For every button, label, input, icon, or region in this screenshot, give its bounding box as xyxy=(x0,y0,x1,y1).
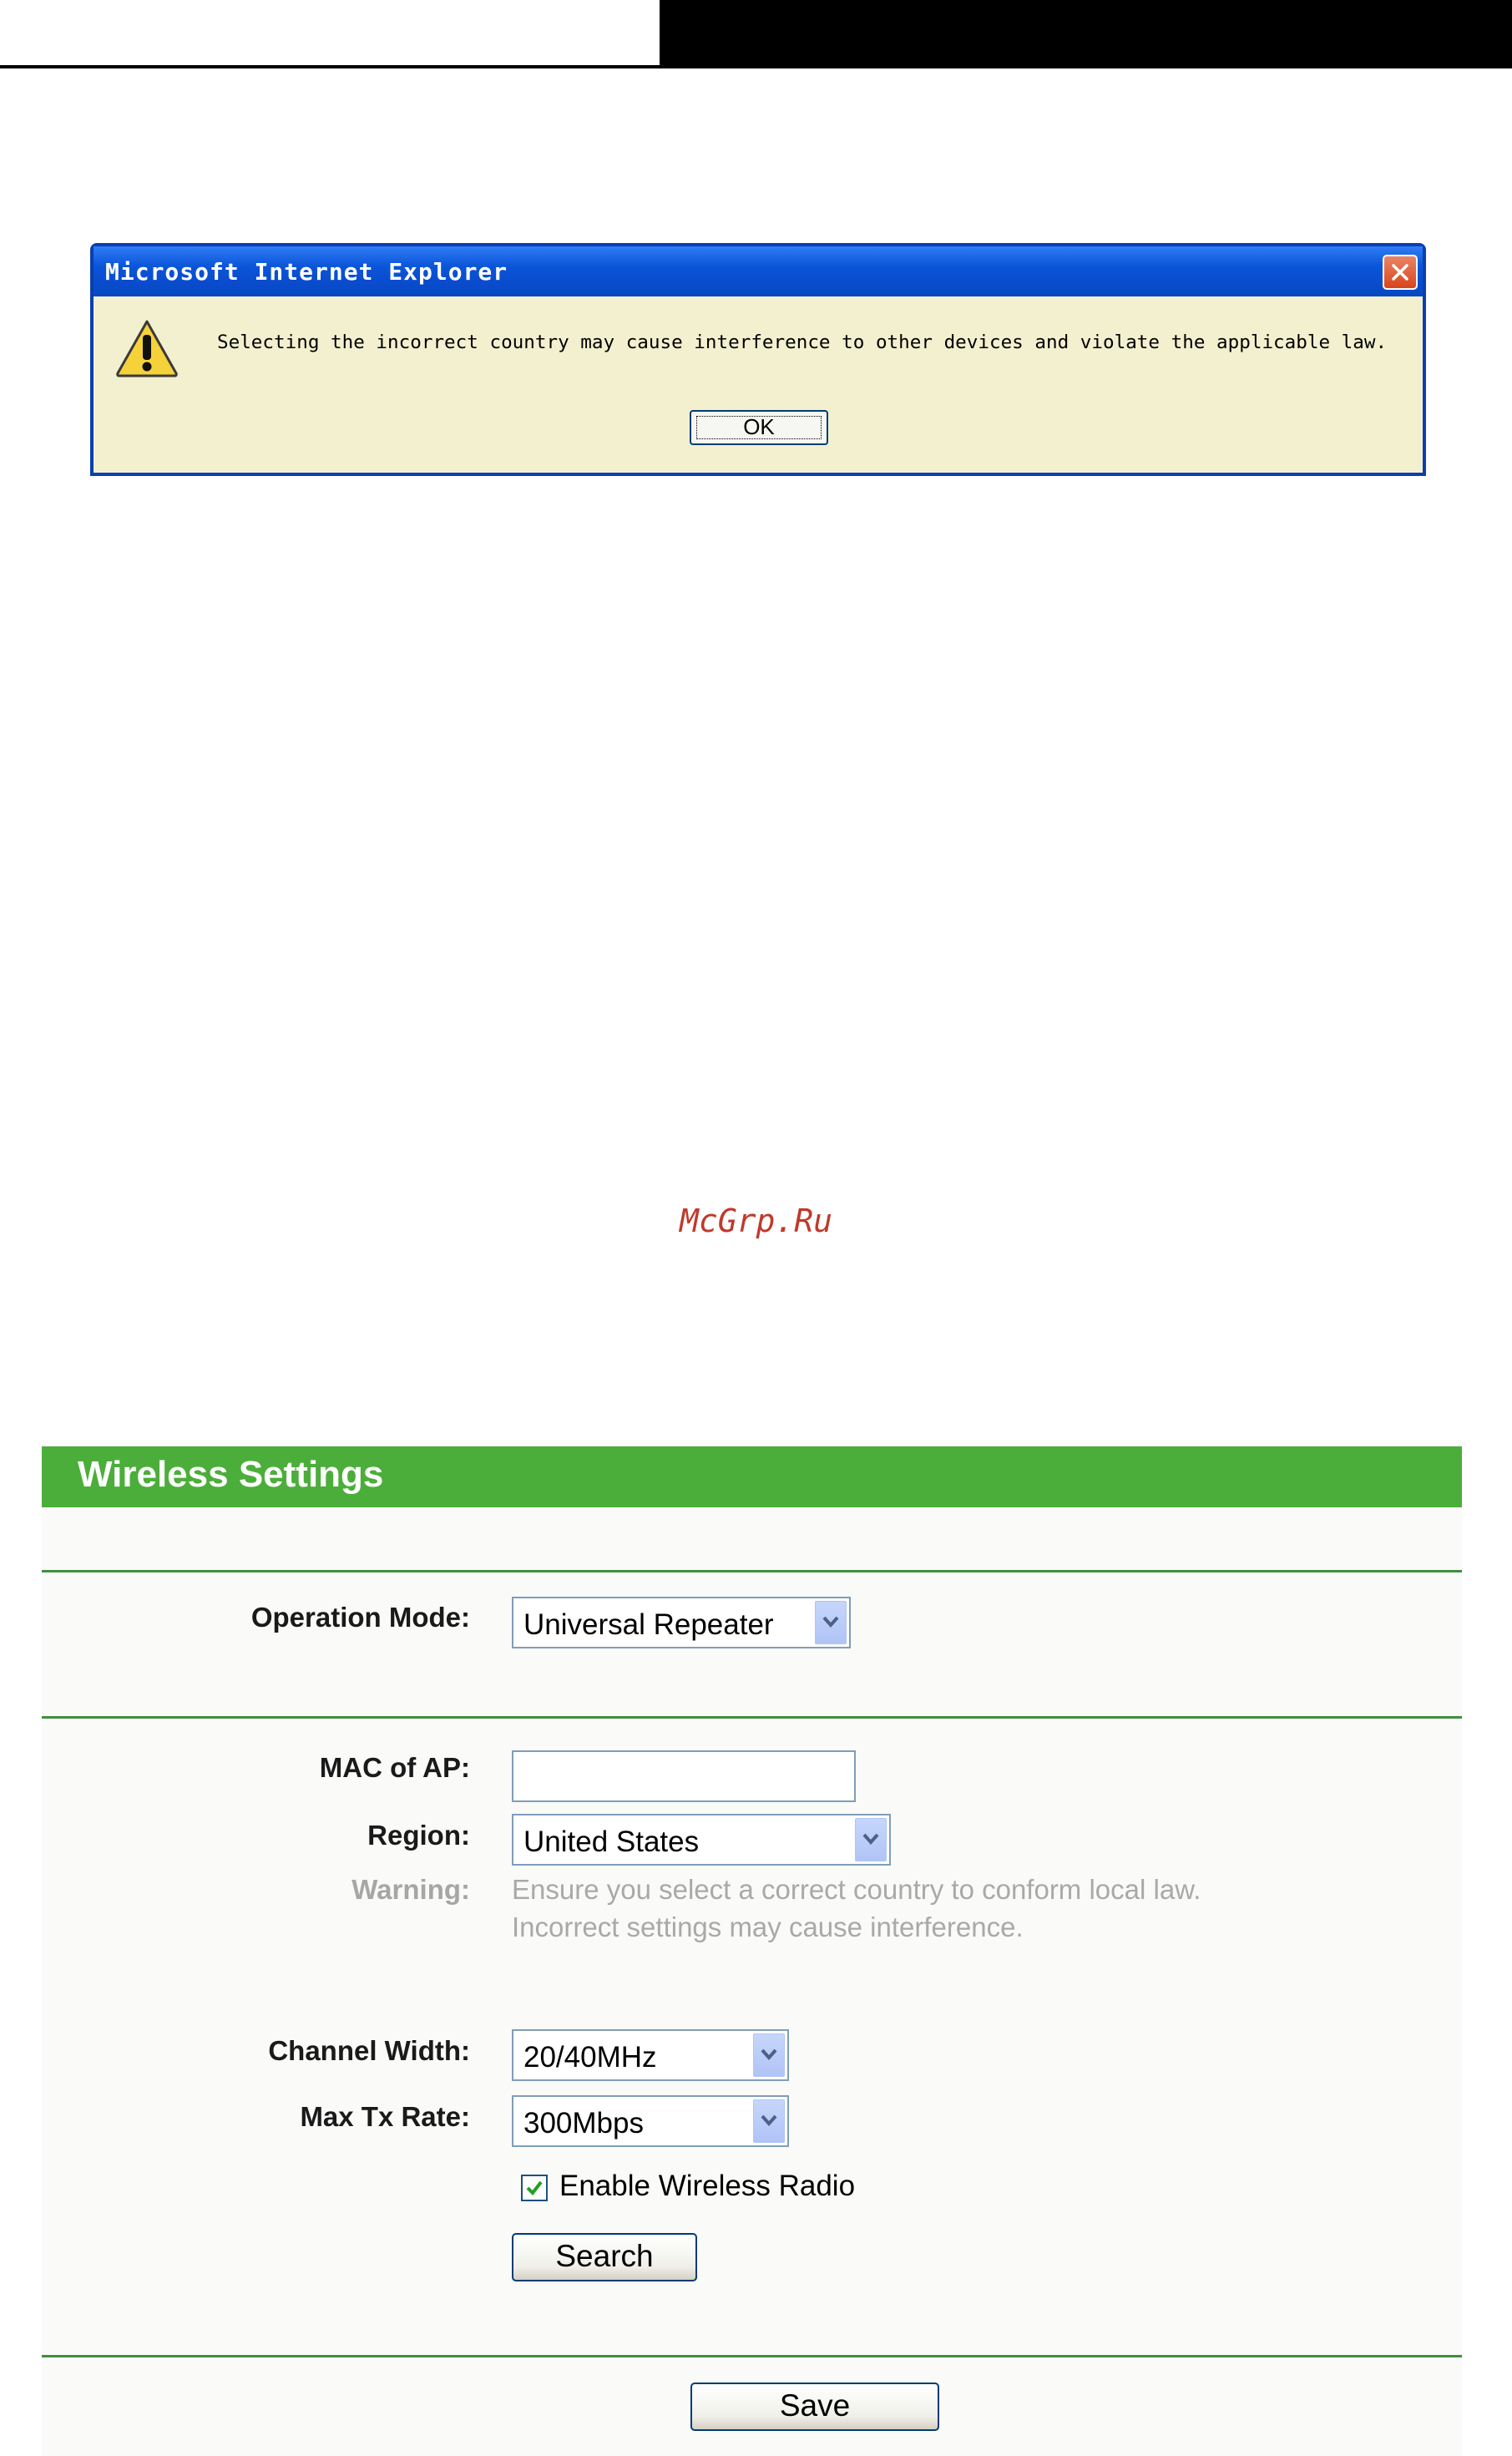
max-tx-rate-label: Max Tx Rate: xyxy=(300,2101,470,2132)
panel-background xyxy=(42,1507,1462,2456)
header-block xyxy=(660,0,1512,68)
operation-mode-value: Universal Repeater xyxy=(523,1608,774,1641)
max-tx-rate-select[interactable]: 300Mbps xyxy=(512,2095,789,2147)
dialog-message: Selecting the incorrect country may caus… xyxy=(217,332,1388,353)
watermark: McGrp.Ru xyxy=(679,1203,833,1239)
wireless-settings-panel: Wireless Settings Operation Mode: Univer… xyxy=(42,1446,1462,2456)
separator xyxy=(42,1570,1462,1572)
ok-button[interactable]: OK xyxy=(690,410,828,445)
separator xyxy=(42,2355,1462,2357)
enable-wireless-radio-label[interactable]: Enable Wireless Radio xyxy=(559,2170,855,2203)
mac-of-ap-label: MAC of AP: xyxy=(319,1752,470,1783)
focus-ring xyxy=(696,416,822,439)
separator xyxy=(42,1716,1462,1719)
alert-dialog: Microsoft Internet Explorer Selecting th… xyxy=(90,243,1426,476)
region-value: United States xyxy=(523,1826,700,1858)
warning-label: Warning: xyxy=(351,1874,470,1905)
enable-wireless-radio-checkbox[interactable] xyxy=(521,2175,548,2201)
warning-text-line2: Incorrect settings may cause interferenc… xyxy=(512,1912,1024,1942)
search-button[interactable]: Search xyxy=(512,2233,697,2281)
mac-of-ap-input[interactable] xyxy=(512,1750,856,1802)
chevron-down-icon xyxy=(761,2114,777,2127)
channel-width-label: Channel Width: xyxy=(268,2035,470,2066)
chevron-down-icon xyxy=(822,1616,839,1628)
close-icon xyxy=(1392,264,1408,281)
operation-mode-dropdown-button[interactable] xyxy=(815,1601,847,1644)
region-dropdown-button[interactable] xyxy=(855,1818,887,1861)
dialog-titlebar[interactable]: Microsoft Internet Explorer xyxy=(94,246,1423,296)
max-tx-rate-value: 300Mbps xyxy=(523,2107,644,2140)
save-button[interactable]: Save xyxy=(690,2383,939,2431)
region-select[interactable]: United States xyxy=(512,1814,891,1866)
checkmark-icon xyxy=(526,2180,543,2196)
panel-title: Wireless Settings xyxy=(78,1454,384,1495)
warning-text-line1: Ensure you select a correct country to c… xyxy=(512,1874,1201,1905)
chevron-down-icon xyxy=(761,2048,777,2061)
channel-width-select[interactable]: 20/40MHz xyxy=(512,2029,789,2081)
region-label: Region: xyxy=(367,1820,470,1851)
warning-icon xyxy=(116,320,178,377)
dialog-body: Selecting the incorrect country may caus… xyxy=(94,296,1423,473)
panel-header: Wireless Settings xyxy=(42,1446,1462,1507)
operation-mode-label: Operation Mode: xyxy=(250,1602,470,1633)
dialog-title: Microsoft Internet Explorer xyxy=(105,258,508,286)
operation-mode-select[interactable]: Universal Repeater xyxy=(512,1597,851,1648)
max-tx-rate-dropdown-button[interactable] xyxy=(753,2099,785,2143)
header-rule xyxy=(0,65,660,68)
chevron-down-icon xyxy=(862,1833,879,1846)
channel-width-dropdown-button[interactable] xyxy=(753,2033,785,2077)
close-button[interactable] xyxy=(1383,255,1418,290)
channel-width-value: 20/40MHz xyxy=(523,2041,657,2074)
